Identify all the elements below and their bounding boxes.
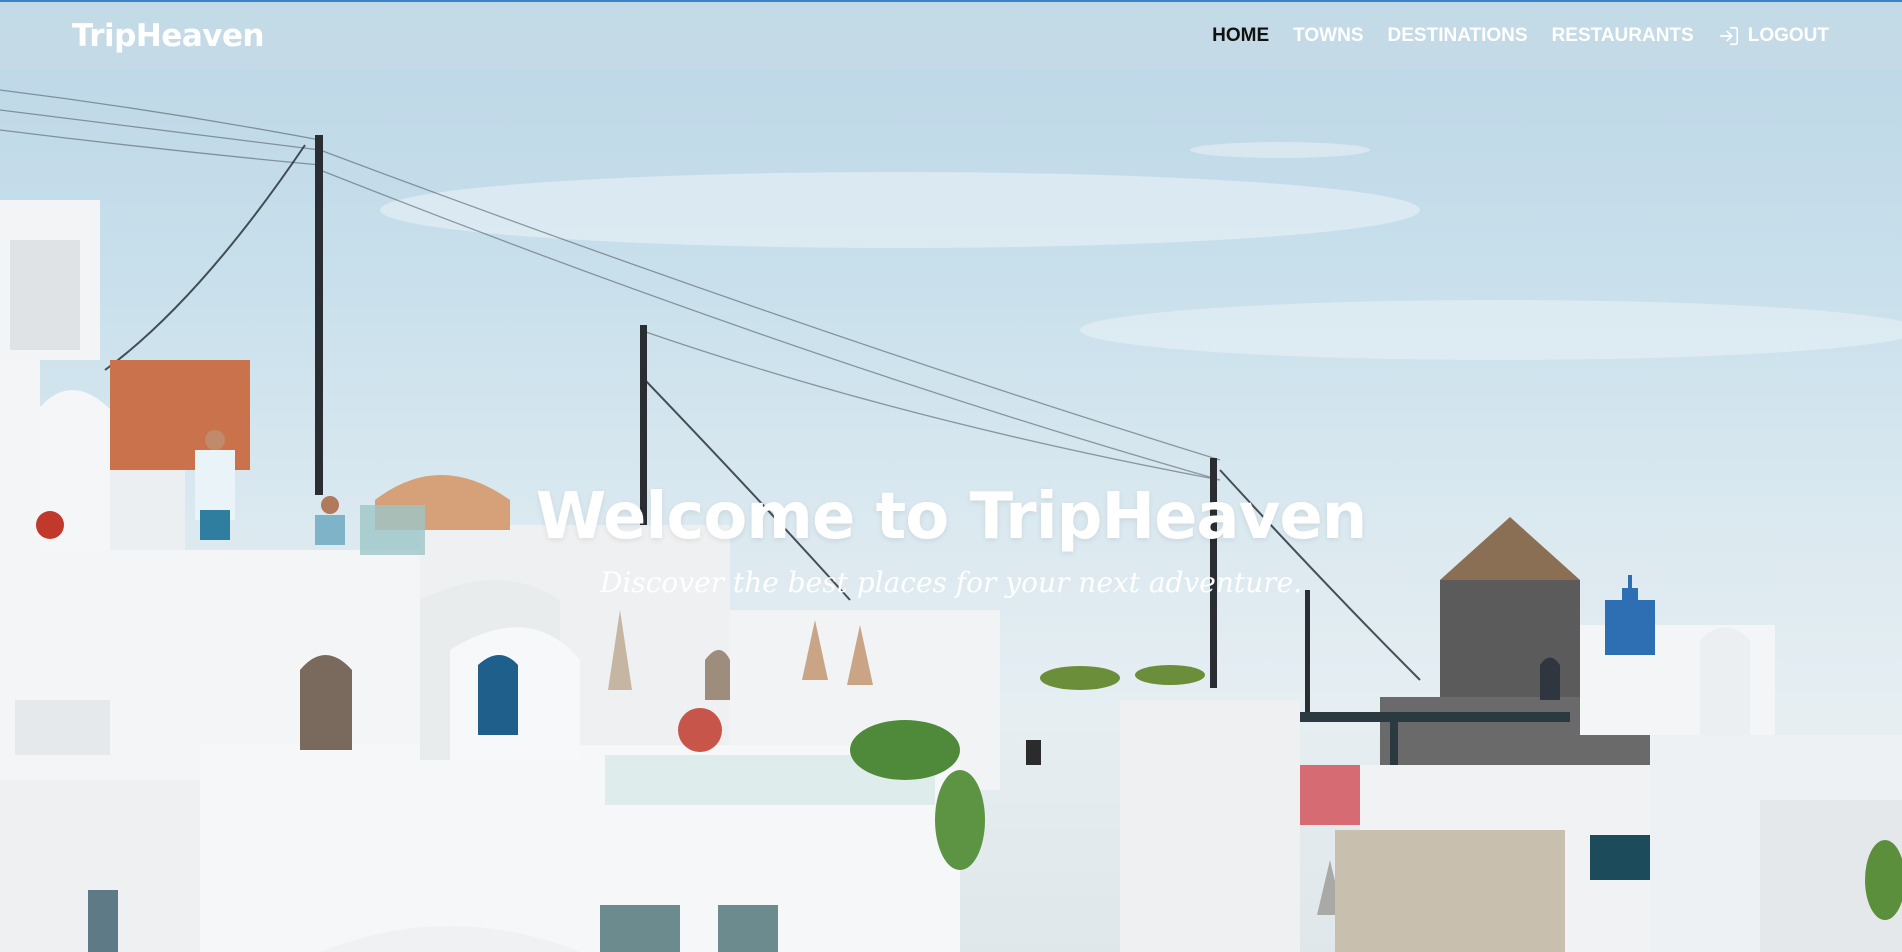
hero-image: [0, 89, 1902, 952]
hero-background: [0, 0, 1902, 952]
nav-item-towns[interactable]: TOWNS: [1293, 25, 1363, 47]
brand-logo[interactable]: TripHeaven: [72, 18, 265, 54]
nav-item-destinations[interactable]: DESTINATIONS: [1388, 25, 1528, 47]
navbar: TripHeaven HOME TOWNS DESTINATIONS RESTA…: [0, 2, 1902, 70]
nav-item-logout[interactable]: LOGOUT: [1718, 25, 1829, 47]
nav-item-logout-label: LOGOUT: [1747, 25, 1829, 46]
nav-item-home[interactable]: HOME: [1212, 25, 1269, 47]
nav-item-restaurants[interactable]: RESTAURANTS: [1552, 25, 1694, 47]
hero-title: Welcome to TripHeaven: [535, 480, 1368, 554]
main-nav: HOME TOWNS DESTINATIONS RESTAURANTS LOGO…: [1212, 25, 1829, 47]
hero-subtitle: Discover the best places for your next a…: [599, 566, 1303, 599]
logout-icon: [1718, 25, 1740, 47]
